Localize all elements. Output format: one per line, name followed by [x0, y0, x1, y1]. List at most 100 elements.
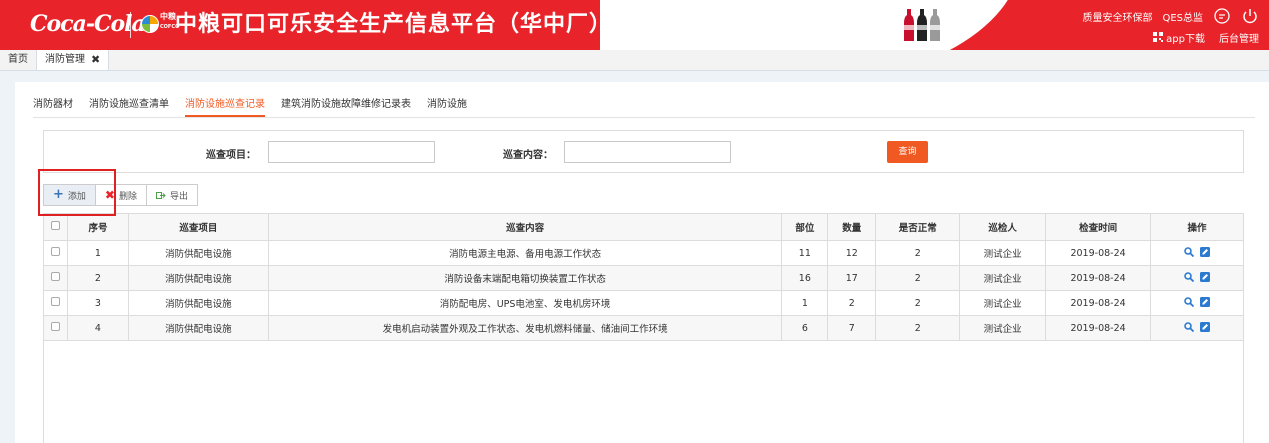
cell-no: 2	[66, 265, 129, 291]
cell-item: 消防供配电设施	[127, 240, 269, 266]
cell-no: 1	[66, 240, 129, 266]
row-checkbox[interactable]	[50, 322, 60, 331]
message-icon[interactable]	[1213, 7, 1231, 25]
cell-content: 消防配电房、UPS电池室、发电机房环境	[267, 290, 783, 316]
table-row: 1 消防供配电设施 消防电源主电源、备用电源工作状态 11 12 2 测试企业 …	[43, 240, 1244, 266]
app-title: 中粮可口可乐安全生产信息平台（华中厂）	[175, 12, 613, 37]
cell-qty: 2	[827, 290, 877, 316]
cell-actions	[1150, 265, 1244, 291]
cell-item: 消防供配电设施	[127, 265, 269, 291]
edit-icon[interactable]	[1200, 271, 1211, 282]
close-tab-icon[interactable]: ✖	[91, 50, 100, 70]
view-search-icon[interactable]	[1184, 296, 1195, 307]
cell-inspector: 测试企业	[959, 315, 1047, 341]
cell-normal: 2	[875, 265, 961, 291]
cell-no: 4	[66, 315, 129, 341]
table-header-row: 序号 巡查项目 巡查内容 部位 数量 是否正常 巡检人 检查时间 操作	[43, 213, 1244, 241]
view-search-icon[interactable]	[1184, 246, 1195, 257]
power-icon[interactable]	[1241, 7, 1259, 25]
view-search-icon[interactable]	[1184, 271, 1195, 282]
search-button[interactable]: 查询	[887, 141, 928, 163]
main-panel: 消防器材 消防设施巡查清单 消防设施巡查记录 建筑消防设施故障维修记录表 消防设…	[15, 82, 1269, 443]
subtab-repair-records[interactable]: 建筑消防设施故障维修记录表	[281, 94, 411, 117]
cell-actions	[1150, 315, 1244, 341]
delete-button-label: 删除	[118, 191, 137, 202]
dept-link[interactable]: 质量安全环保部	[1082, 9, 1152, 24]
col-qty: 数量	[827, 213, 877, 241]
col-actions: 操作	[1150, 213, 1244, 241]
cell-normal: 2	[875, 240, 961, 266]
tab-home[interactable]: 首页	[0, 50, 37, 70]
row-checkbox-cell	[43, 315, 68, 341]
subtab-inspection-list[interactable]: 消防设施巡查清单	[89, 94, 169, 117]
table-row: 4 消防供配电设施 发电机启动装置外观及工作状态、发电机燃料储量、储油间工作环境…	[43, 315, 1244, 341]
cell-item: 消防供配电设施	[127, 315, 269, 341]
cell-date: 2019-08-24	[1045, 265, 1152, 291]
edit-icon[interactable]	[1200, 296, 1211, 307]
view-search-icon[interactable]	[1184, 321, 1195, 332]
qr-code-icon	[1153, 32, 1164, 42]
cell-qty: 12	[827, 240, 877, 266]
export-button[interactable]: 导出	[146, 184, 199, 206]
inspection-content-input[interactable]	[564, 141, 731, 163]
row-checkbox[interactable]	[50, 297, 60, 306]
cell-part: 1	[781, 290, 829, 316]
header-white-curve	[600, 0, 1020, 50]
qes-director-link[interactable]: QES总监	[1162, 9, 1203, 24]
inspection-records-table: 序号 巡查项目 巡查内容 部位 数量 是否正常 巡检人 检查时间 操作 1 消防…	[43, 213, 1244, 341]
add-button-highlight-box	[38, 169, 116, 216]
row-checkbox[interactable]	[50, 272, 60, 281]
cell-actions	[1150, 240, 1244, 266]
cell-date: 2019-08-24	[1045, 315, 1152, 341]
cell-item: 消防供配电设施	[127, 290, 269, 316]
table-row: 2 消防供配电设施 消防设备末端配电箱切换装置工作状态 16 17 2 测试企业…	[43, 265, 1244, 291]
inspection-item-input[interactable]	[268, 141, 435, 163]
tab-fire-management[interactable]: 消防管理 ✖	[37, 50, 110, 70]
edit-icon[interactable]	[1200, 321, 1211, 332]
cell-inspector: 测试企业	[959, 265, 1047, 291]
subtab-fire-facilities[interactable]: 消防设施	[427, 94, 467, 117]
table-empty-area-border-left	[43, 341, 44, 443]
export-button-label: 导出	[170, 191, 189, 202]
tab-fire-management-label: 消防管理	[45, 54, 85, 65]
edit-icon[interactable]	[1200, 246, 1211, 257]
cofco-logo-icon	[141, 15, 159, 33]
row-checkbox[interactable]	[50, 247, 60, 256]
col-part: 部位	[781, 213, 829, 241]
cell-no: 3	[66, 290, 129, 316]
export-icon	[156, 191, 166, 199]
cell-content: 发电机启动装置外观及工作状态、发电机燃料储量、储油间工作环境	[267, 315, 783, 341]
select-all-checkbox[interactable]	[50, 221, 60, 230]
select-all-header	[43, 213, 68, 241]
cell-normal: 2	[875, 315, 961, 341]
cell-qty: 17	[827, 265, 877, 291]
row-checkbox-cell	[43, 265, 68, 291]
col-date: 检查时间	[1045, 213, 1152, 241]
cell-part: 11	[781, 240, 829, 266]
cell-content: 消防电源主电源、备用电源工作状态	[267, 240, 783, 266]
row-checkbox-cell	[43, 290, 68, 316]
cell-content: 消防设备末端配电箱切换装置工作状态	[267, 265, 783, 291]
page-tab-bar: 首页 消防管理 ✖	[0, 50, 1269, 71]
subtab-fire-equipment[interactable]: 消防器材	[33, 94, 73, 117]
col-content: 巡查内容	[267, 213, 783, 241]
col-normal: 是否正常	[875, 213, 961, 241]
admin-link[interactable]: 后台管理	[1219, 30, 1259, 45]
cell-qty: 7	[827, 315, 877, 341]
subtab-inspection-records[interactable]: 消防设施巡查记录	[185, 94, 265, 117]
app-download-link[interactable]: app下载	[1153, 30, 1205, 45]
search-form: 巡查项目： 巡查内容： 查询	[43, 130, 1244, 173]
coca-cola-bottles-image	[904, 9, 940, 41]
app-download-label: app下载	[1166, 33, 1205, 45]
inspection-item-label: 巡查项目：	[206, 150, 256, 161]
row-checkbox-cell	[43, 240, 68, 266]
logo-divider	[130, 12, 131, 38]
cell-part: 16	[781, 265, 829, 291]
cell-date: 2019-08-24	[1045, 290, 1152, 316]
table-row: 3 消防供配电设施 消防配电房、UPS电池室、发电机房环境 1 2 2 测试企业…	[43, 290, 1244, 316]
coca-cola-logo: Coca-Cola	[30, 11, 146, 37]
inspection-content-label: 巡查内容：	[503, 150, 553, 161]
col-item: 巡查项目	[127, 213, 269, 241]
top-header: Coca-Cola 中粮 COFCO 中粮可口可乐安全生产信息平台（华中厂） 质…	[0, 0, 1269, 50]
cell-date: 2019-08-24	[1045, 240, 1152, 266]
